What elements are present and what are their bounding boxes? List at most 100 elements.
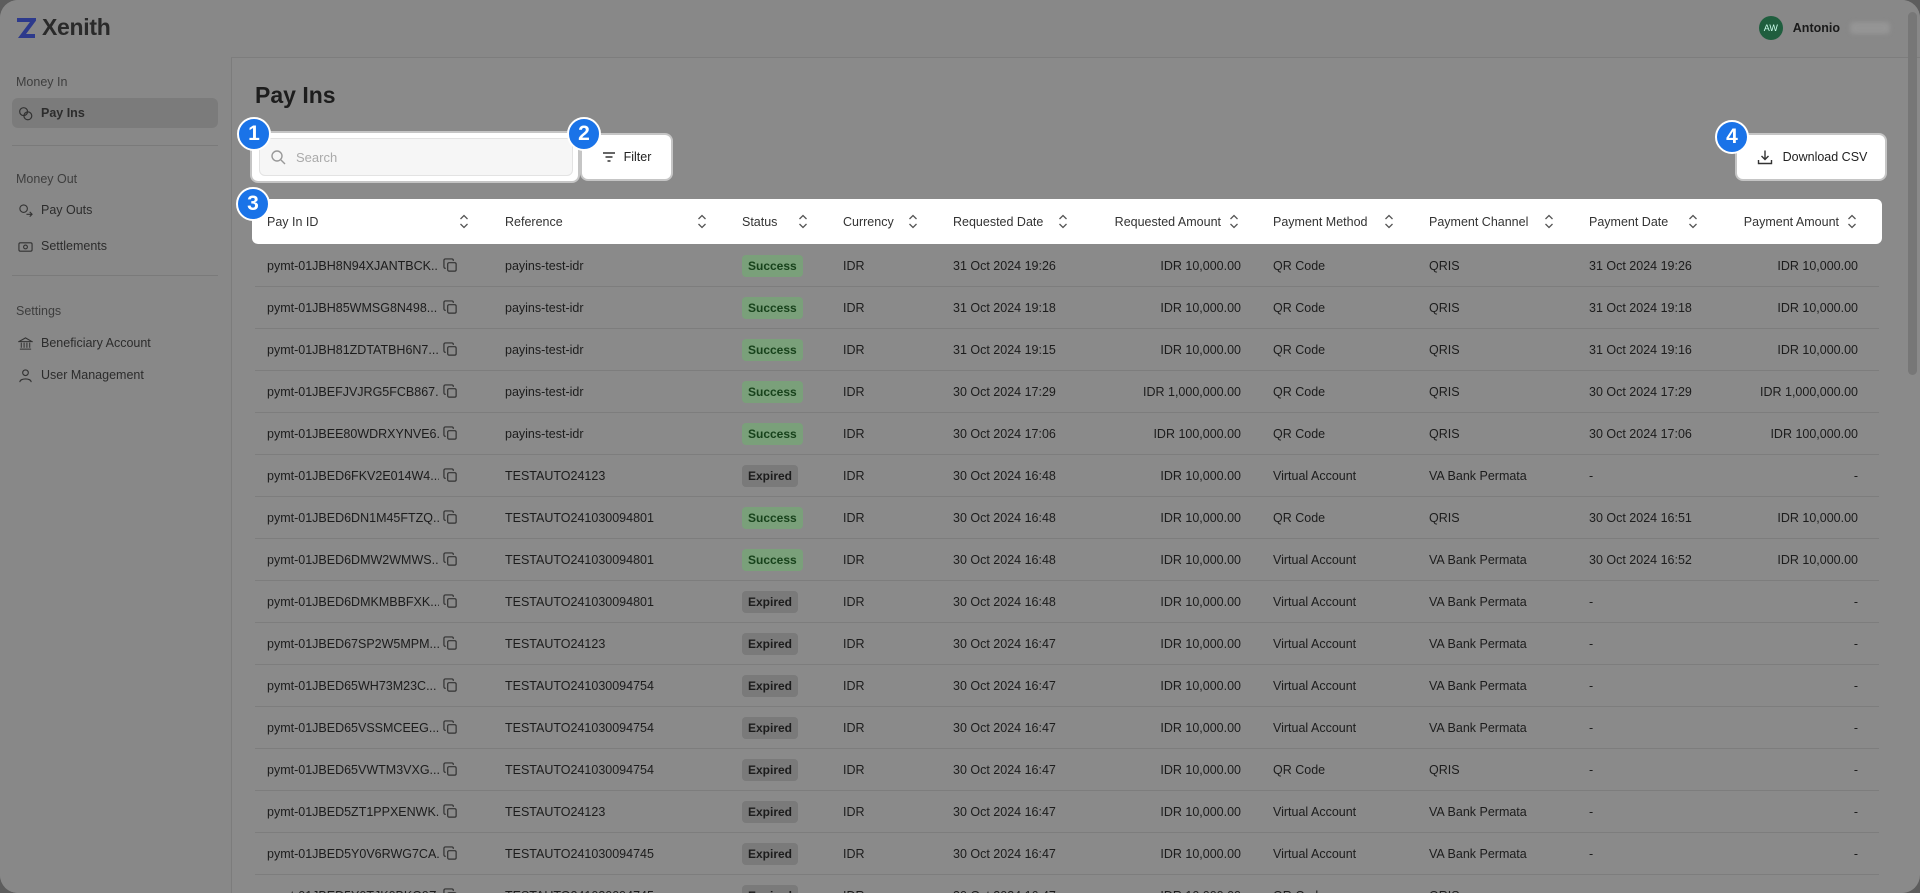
table-row[interactable]: pymt-01JBED6DN1M45FTZQ... TESTAUTO2410300…: [255, 497, 1879, 539]
cell-text: IDR 10,000.00: [1160, 552, 1241, 567]
copy-icon[interactable]: [443, 720, 458, 735]
table-cell: QR Code: [1273, 371, 1325, 412]
table-cell: -: [1742, 791, 1858, 832]
sidebar-divider: [12, 275, 218, 276]
table-cell: IDR 1,000,000.00: [1742, 371, 1858, 412]
table-row[interactable]: pymt-01JBEFJVJRG5FCB867... payins-test-id…: [255, 371, 1879, 413]
table-row[interactable]: pymt-01JBEE80WDRXYNVE6... payins-test-idr…: [255, 413, 1879, 455]
table-cell: IDR 10,000.00: [1112, 329, 1241, 370]
filter-button[interactable]: Filter: [587, 140, 666, 174]
copy-icon[interactable]: [443, 804, 458, 819]
copy-icon[interactable]: [443, 594, 458, 609]
copy-icon[interactable]: [443, 426, 458, 441]
copy-icon[interactable]: [443, 468, 458, 483]
table-row[interactable]: pymt-01JBED6DMKMBBFXK... TESTAUTO24103009…: [255, 581, 1879, 623]
sidebar-item-pay-outs[interactable]: Pay Outs: [12, 195, 218, 225]
column-header[interactable]: Reference: [505, 199, 563, 244]
table-cell: 30 Oct 2024 16:47: [953, 707, 1056, 748]
copy-icon[interactable]: [443, 888, 458, 893]
copy-icon[interactable]: [443, 300, 458, 315]
table-row[interactable]: pymt-01JBED5Y0TJK0BKQ9Z... TESTAUTO241030…: [255, 875, 1879, 893]
sort-icon[interactable]: [798, 214, 808, 229]
cell-text: QR Code: [1273, 762, 1326, 777]
table-row[interactable]: pymt-01JBH8N94XJANTBCK... payins-test-idr…: [255, 245, 1879, 287]
column-header[interactable]: Requested Amount: [1112, 199, 1221, 244]
column-header-label: Payment Amount: [1743, 214, 1839, 229]
cell-text: IDR 10,000.00: [1777, 552, 1858, 567]
column-header[interactable]: Requested Date: [953, 199, 1043, 244]
user-name: Antonio: [1792, 21, 1840, 35]
cell-text: QR Code: [1273, 426, 1326, 441]
cell-text: 30 Oct 2024 17:29: [1589, 384, 1692, 399]
copy-icon[interactable]: [443, 510, 458, 525]
cell-text: IDR 1,000,000.00: [1143, 384, 1241, 399]
sidebar-item-settlements[interactable]: Settlements: [12, 231, 218, 261]
table-cell: TESTAUTO241030094754: [505, 707, 654, 748]
cell-text: pymt-01JBED65VSSMCEEG...: [267, 720, 439, 735]
table-cell: 30 Oct 2024 16:51: [1589, 497, 1692, 538]
column-header[interactable]: Status: [742, 199, 777, 244]
cell-text: VA Bank Permata: [1429, 804, 1527, 819]
status-cell: Expired: [742, 791, 799, 832]
sort-icon[interactable]: [1688, 214, 1698, 229]
sort-icon[interactable]: [459, 214, 469, 229]
sidebar-item-user-management[interactable]: User Management: [12, 360, 218, 390]
column-header[interactable]: Pay In ID: [267, 199, 318, 244]
app-logo[interactable]: Xenith: [16, 14, 111, 41]
sort-icon[interactable]: [1384, 214, 1394, 229]
cell-text: IDR 10,000.00: [1160, 678, 1241, 693]
cell-text: QRIS: [1429, 510, 1460, 525]
table-row[interactable]: pymt-01JBED5ZT1PPXENWK... TESTAUTO24123 Ex…: [255, 791, 1879, 833]
table-row[interactable]: pymt-01JBED65WH73M23C... TESTAUTO24103009…: [255, 665, 1879, 707]
table-row[interactable]: pymt-01JBH81ZDTATBH6N7... payins-test-idr…: [255, 329, 1879, 371]
copy-icon[interactable]: [443, 636, 458, 651]
search-input[interactable]: [294, 148, 558, 166]
copy-icon[interactable]: [443, 846, 458, 861]
sort-icon[interactable]: [1847, 214, 1857, 229]
table-cell: 30 Oct 2024 16:47: [953, 749, 1056, 790]
table-row[interactable]: pymt-01JBH85WMSG8N498... payins-test-idr S…: [255, 287, 1879, 329]
column-header[interactable]: Currency: [843, 199, 894, 244]
table-cell: IDR 10,000.00: [1742, 329, 1858, 370]
table-cell: IDR 10,000.00: [1742, 245, 1858, 286]
copy-icon[interactable]: [443, 384, 458, 399]
cell-text: -: [1853, 636, 1858, 651]
column-header[interactable]: Payment Method: [1273, 199, 1368, 244]
filter-icon: [602, 152, 615, 162]
column-header[interactable]: Payment Channel: [1429, 199, 1528, 244]
copy-icon[interactable]: [443, 762, 458, 777]
column-header-label: Reference: [505, 214, 563, 229]
download-csv-button[interactable]: Download CSV: [1743, 140, 1881, 174]
table-row[interactable]: pymt-01JBED5Y0V6RWG7CA... TESTAUTO2410300…: [255, 833, 1879, 875]
status-badge: Success: [742, 548, 803, 571]
sidebar-item-beneficiary-account[interactable]: Beneficiary Account: [12, 328, 218, 358]
table-row[interactable]: pymt-01JBED65VSSMCEEG... TESTAUTO24103009…: [255, 707, 1879, 749]
cell-text: -: [1853, 468, 1858, 483]
copy-icon[interactable]: [443, 342, 458, 357]
column-header[interactable]: Payment Date: [1589, 199, 1668, 244]
page-scrollbar[interactable]: [1908, 12, 1917, 375]
sort-icon[interactable]: [1058, 214, 1068, 229]
search-field[interactable]: [259, 138, 573, 176]
table-cell: TESTAUTO24123: [505, 455, 605, 496]
table-cell: QRIS: [1429, 371, 1460, 412]
column-header[interactable]: Payment Amount: [1742, 199, 1839, 244]
status-badge: Success: [742, 338, 803, 361]
sort-icon[interactable]: [697, 214, 707, 229]
sidebar-item-pay-ins[interactable]: Pay Ins: [12, 98, 218, 128]
table-cell: -: [1742, 665, 1858, 706]
sort-icon[interactable]: [908, 214, 918, 229]
table-row[interactable]: pymt-01JBED6DMW2WMWS... TESTAUTO241030094…: [255, 539, 1879, 581]
sort-icon[interactable]: [1544, 214, 1554, 229]
sort-icon[interactable]: [1229, 214, 1239, 229]
copy-icon[interactable]: [443, 552, 458, 567]
copy-icon[interactable]: [443, 258, 458, 273]
table-cell: pymt-01JBED5ZT1PPXENWK...: [267, 791, 458, 832]
cell-text: 30 Oct 2024 16:47: [953, 678, 1056, 693]
table-row[interactable]: pymt-01JBED6FKV2E014W4... TESTAUTO24123 Ex…: [255, 455, 1879, 497]
user-menu[interactable]: AW Antonio: [1758, 16, 1890, 40]
cell-text: IDR: [843, 762, 865, 777]
table-row[interactable]: pymt-01JBED65VWTM3VXG... TESTAUTO24103009…: [255, 749, 1879, 791]
table-row[interactable]: pymt-01JBED67SP2W5MPM... TESTAUTO24123 Exp…: [255, 623, 1879, 665]
copy-icon[interactable]: [443, 678, 458, 693]
